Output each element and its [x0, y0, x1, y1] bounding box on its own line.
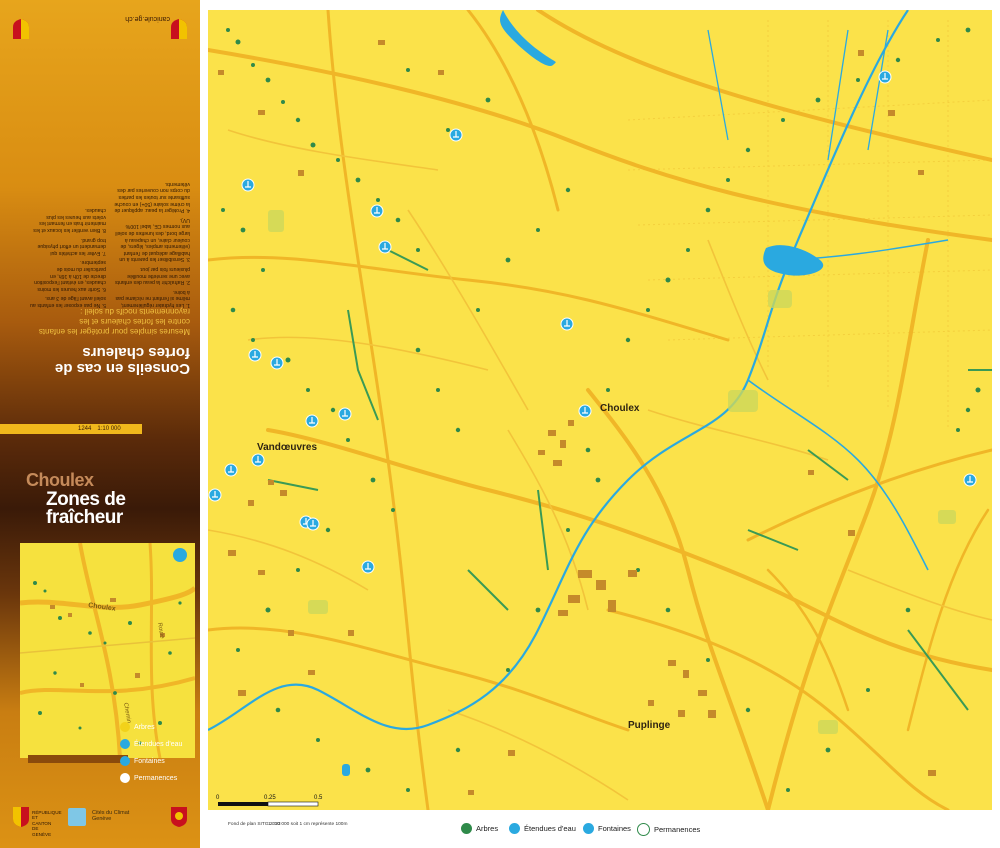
- fountain-icon: [224, 463, 238, 477]
- fountain-icon: [270, 356, 284, 370]
- legend-label: Étendues d'eau: [524, 824, 576, 833]
- legend-item-fountains: Fontaines: [583, 823, 631, 834]
- legend-label: Arbres: [476, 824, 499, 833]
- legend-label: Permanences: [654, 825, 701, 834]
- tree-icon: [120, 722, 130, 732]
- fountain-icon: [338, 407, 352, 421]
- place-label-choulex: Choulex: [600, 403, 640, 414]
- fountain-icon: [378, 240, 392, 254]
- scalebar-end: 0.5: [314, 795, 323, 801]
- climate-logo-text: Cités du Climat Genève: [92, 810, 129, 822]
- fountain-icon: [120, 756, 130, 766]
- mini-legend: Arbres Étendues d'eau Fontaines Permanen…: [94, 712, 198, 794]
- fountain-icon: [305, 414, 319, 428]
- advice-item: 6. Sortir aux heures les moins chaudes, …: [34, 259, 106, 292]
- legend-item-permanences: Permanences: [120, 773, 177, 783]
- scale-strip: 1244 1:10 000: [0, 424, 142, 434]
- legend-item-fountains: Fontaines: [120, 756, 165, 766]
- advice-item: 4. Protéger la peau: appliquer de la crè…: [114, 180, 190, 214]
- crest-icon: [170, 806, 188, 828]
- legend-label: Fontaines: [598, 824, 631, 833]
- advice-list: 1. Les hydrater régulièrement, même si l…: [30, 180, 190, 308]
- fountain-icon: [583, 823, 594, 834]
- place-label-vandoeuvres: Vandœuvres: [257, 442, 318, 453]
- map[interactable]: 0 0.25 0.5 Choulex Vandœuvres Puplinge: [208, 10, 992, 810]
- advice-item: 5. Ne pas exposer les enfants au soleil …: [30, 295, 106, 308]
- commune-name: Choulex: [26, 470, 94, 490]
- advice-item: 7. Eviter les activités qui demandent un…: [37, 236, 106, 256]
- legend-item-trees: Arbres: [461, 823, 498, 834]
- fountain-icon: [578, 404, 592, 418]
- crest-icon: [12, 18, 30, 40]
- legend-item-permanences: Permanences: [637, 823, 700, 836]
- fountain-icon: [449, 128, 463, 142]
- legend-item-trees: Arbres: [120, 722, 155, 732]
- sidebar: Conseils en cas de fortes chaleurs Mesur…: [0, 0, 200, 848]
- fountain-icon: [251, 453, 265, 467]
- legend-label: Fontaines: [134, 757, 165, 765]
- permanence-icon: [120, 773, 130, 783]
- legend-item-water: Étendues d'eau: [509, 823, 576, 834]
- fountain-icon: [361, 560, 375, 574]
- advice-item: 3. Sensibiliser les parents à un habilla…: [115, 216, 190, 263]
- crest-icon: [170, 18, 188, 40]
- map-sheet-number: 1244: [78, 426, 92, 432]
- fountain-icon: [208, 488, 222, 502]
- footer: Fond de plan SITG 2023 1 : 10 000 soit 1…: [208, 812, 1000, 848]
- advice-item: 2. Rafraîchir la peau des enfants avec u…: [115, 266, 190, 286]
- fountain-icon: [306, 517, 320, 531]
- republic-text: RÉPUBLIQUE ET CANTON DE GENÈVE: [32, 810, 62, 837]
- fountain-icon: [370, 204, 384, 218]
- scale-note: 1 : 10 000 soit 1 cm représente 100m: [268, 822, 348, 827]
- crest-icon: [12, 806, 30, 828]
- climate-subtitle: Genève: [92, 816, 112, 822]
- tree-icon: [461, 823, 472, 834]
- climate-logo: [68, 808, 86, 826]
- scalebar-mid: 0.25: [264, 795, 276, 801]
- advice-title: Conseils en cas de fortes chaleurs: [54, 344, 190, 377]
- fountain-icon: [560, 317, 574, 331]
- advice-panel: Conseils en cas de fortes chaleurs Mesur…: [0, 0, 200, 420]
- legend-label: Étendues d'eau: [134, 740, 183, 748]
- map-scale: 1:10 000: [97, 426, 121, 432]
- permanence-icon: [637, 823, 650, 836]
- advice-item: 1. Les hydrater régulièrement, même si l…: [115, 288, 190, 308]
- legend-label: Arbres: [134, 723, 155, 731]
- place-label-puplinge: Puplinge: [628, 720, 671, 731]
- advice-item: 8. Bien ventiler les locaux et les maint…: [33, 207, 106, 234]
- water-icon: [120, 739, 130, 749]
- page-title: Zones de fraîcheur: [46, 489, 126, 528]
- fountain-icon: [248, 348, 262, 362]
- fountain-icon: [241, 178, 255, 192]
- advice-subtitle: Mesures simples pour protéger les enfant…: [38, 307, 190, 336]
- website-link[interactable]: canicule.ge.ch: [125, 15, 170, 22]
- legend-item-water: Étendues d'eau: [120, 739, 182, 749]
- water-icon: [509, 823, 520, 834]
- fountain-icon: [878, 70, 892, 84]
- legend-label: Permanences: [134, 774, 178, 782]
- fountain-icon: [963, 473, 977, 487]
